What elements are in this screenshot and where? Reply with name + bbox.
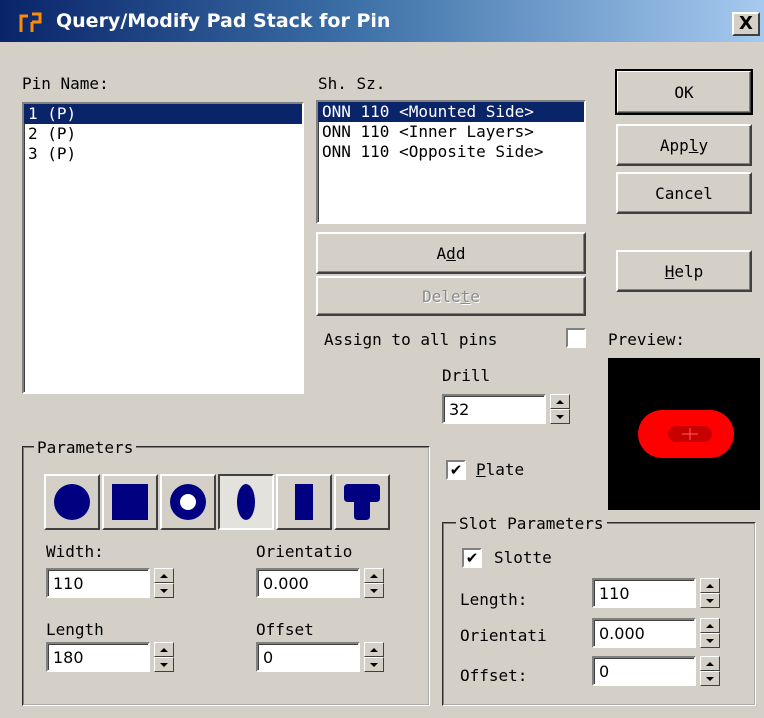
drill-input[interactable]: 32 xyxy=(442,394,546,424)
odd-shape-pad-icon xyxy=(344,484,380,520)
slot-orientation-input[interactable]: 0.000 xyxy=(592,618,696,648)
arrow-down-icon xyxy=(370,588,378,593)
shape-size-label: Sh. Sz. xyxy=(318,74,386,93)
arrow-down-icon xyxy=(556,414,564,419)
width-spinner[interactable] xyxy=(154,568,174,598)
spin-down-button[interactable] xyxy=(550,409,570,424)
arrow-up-icon xyxy=(706,623,714,628)
cancel-button[interactable]: Cancel xyxy=(616,172,752,214)
slot-offset-input[interactable]: 0 xyxy=(592,656,696,686)
plate-checkbox[interactable]: ✔ xyxy=(446,460,466,480)
drill-spinner[interactable] xyxy=(550,394,570,424)
add-button[interactable]: Add xyxy=(316,232,586,274)
offset-spinner[interactable] xyxy=(364,642,384,672)
rectangle-pad-button[interactable] xyxy=(276,474,332,530)
length-label: Length xyxy=(46,620,104,639)
arrow-up-icon xyxy=(160,573,168,578)
spin-up-button[interactable] xyxy=(154,642,174,657)
offset-label: Offset xyxy=(256,620,314,639)
assign-all-pins-label: Assign to all pins xyxy=(324,330,498,349)
slot-length-input[interactable]: 110 xyxy=(592,578,696,608)
shape-size-list-item[interactable]: ONN 110 <Opposite Side> xyxy=(318,142,584,162)
arrow-down-icon xyxy=(706,598,714,603)
shape-size-list[interactable]: ONN 110 <Mounted Side> ONN 110 <Inner Lay… xyxy=(316,100,586,224)
slot-offset-label: Offset: xyxy=(460,666,528,685)
square-pad-button[interactable] xyxy=(102,474,158,530)
apply-button[interactable]: Apply xyxy=(616,124,752,166)
pin-list-item[interactable]: 1 (P) xyxy=(24,104,302,124)
round-pad-button[interactable] xyxy=(44,474,100,530)
arrow-down-icon xyxy=(706,676,714,681)
length-input[interactable]: 180 xyxy=(46,642,150,672)
slotted-label: Slotte xyxy=(494,548,552,567)
slot-offset-spinner[interactable] xyxy=(700,656,720,686)
arrow-down-icon xyxy=(706,638,714,643)
pad-preview xyxy=(608,358,760,510)
pin-name-list[interactable]: 1 (P) 2 (P) 3 (P) xyxy=(22,102,304,394)
length-spinner[interactable] xyxy=(154,642,174,672)
arrow-down-icon xyxy=(160,662,168,667)
square-pad-icon xyxy=(112,484,148,520)
spin-up-button[interactable] xyxy=(550,394,570,409)
oval-pad-icon xyxy=(237,484,255,520)
orientation-spinner[interactable] xyxy=(364,568,384,598)
odd-shape-pad-button[interactable] xyxy=(334,474,390,530)
annular-pad-button[interactable] xyxy=(160,474,216,530)
plate-label: Plate xyxy=(476,460,525,479)
arrow-up-icon xyxy=(370,573,378,578)
spin-down-button[interactable] xyxy=(364,657,384,672)
offset-input[interactable]: 0 xyxy=(256,642,360,672)
pin-list-item[interactable]: 3 (P) xyxy=(24,144,302,164)
title-bar[interactable]: Query/Modify Pad Stack for Pin X xyxy=(0,0,764,44)
parameters-title: Parameters xyxy=(34,438,137,457)
help-button[interactable]: Help xyxy=(616,250,752,292)
spin-down-button[interactable] xyxy=(700,633,720,648)
arrow-up-icon xyxy=(370,647,378,652)
preview-label: Preview: xyxy=(608,330,686,349)
pin-name-label: Pin Name: xyxy=(22,74,109,93)
slot-length-spinner[interactable] xyxy=(700,578,720,608)
spin-down-button[interactable] xyxy=(700,671,720,686)
arrow-up-icon xyxy=(160,647,168,652)
orientation-label: Orientatio xyxy=(256,542,353,561)
delete-button[interactable]: Delete xyxy=(316,276,586,316)
arrow-down-icon xyxy=(370,662,378,667)
arrow-up-icon xyxy=(706,583,714,588)
slot-parameters-title: Slot Parameters xyxy=(456,514,607,533)
slot-length-label: Length: xyxy=(460,590,528,609)
spin-down-button[interactable] xyxy=(700,593,720,608)
app-icon xyxy=(19,12,42,32)
ok-button[interactable]: OK xyxy=(615,69,753,115)
slot-orientation-label: Orientati xyxy=(460,626,547,645)
spin-down-button[interactable] xyxy=(154,583,174,598)
round-pad-icon xyxy=(54,484,90,520)
rectangle-pad-icon xyxy=(295,484,313,520)
assign-all-pins-checkbox[interactable] xyxy=(566,328,586,348)
oval-pad-button[interactable] xyxy=(218,474,274,530)
shape-size-list-item[interactable]: ONN 110 <Inner Layers> xyxy=(318,122,584,142)
width-label: Width: xyxy=(46,542,104,561)
arrow-up-icon xyxy=(706,661,714,666)
spin-up-button[interactable] xyxy=(700,656,720,671)
arrow-up-icon xyxy=(556,399,564,404)
close-button[interactable]: X xyxy=(732,12,760,36)
width-input[interactable]: 110 xyxy=(46,568,150,598)
spin-down-button[interactable] xyxy=(154,657,174,672)
spin-up-button[interactable] xyxy=(364,642,384,657)
spin-up-button[interactable] xyxy=(364,568,384,583)
drill-label: Drill xyxy=(442,366,491,385)
shape-size-list-item[interactable]: ONN 110 <Mounted Side> xyxy=(318,102,584,122)
orientation-input[interactable]: 0.000 xyxy=(256,568,360,598)
slot-orientation-spinner[interactable] xyxy=(700,618,720,648)
pad-shape-selector xyxy=(44,474,390,530)
spin-down-button[interactable] xyxy=(364,583,384,598)
annular-pad-icon xyxy=(170,484,206,520)
spin-up-button[interactable] xyxy=(700,578,720,593)
spin-up-button[interactable] xyxy=(154,568,174,583)
pin-list-item[interactable]: 2 (P) xyxy=(24,124,302,144)
slotted-checkbox[interactable]: ✔ xyxy=(462,548,482,568)
spin-up-button[interactable] xyxy=(700,618,720,633)
arrow-down-icon xyxy=(160,588,168,593)
window-title: Query/Modify Pad Stack for Pin xyxy=(56,10,391,32)
